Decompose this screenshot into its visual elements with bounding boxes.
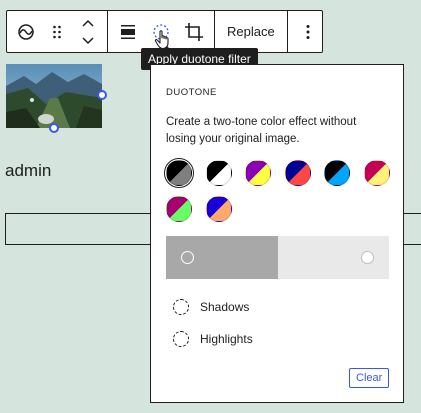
highlight-color-knob[interactable] [361, 251, 374, 264]
duotone-swatch-purple-green[interactable] [166, 196, 192, 222]
toolbar-group-replace: Replace [215, 11, 288, 52]
drag-handle-icon [53, 25, 61, 38]
align-icon [121, 24, 135, 39]
duotone-gradient-slider[interactable] [166, 236, 389, 279]
duotone-swatch-purple-yellow[interactable] [245, 160, 271, 186]
duotone-icon [18, 23, 34, 40]
move-up-down-icon [82, 19, 94, 44]
highlights-label: Highlights [200, 332, 253, 346]
crop-icon [185, 22, 203, 41]
duotone-description: Create a two-tone color effect without l… [166, 116, 357, 145]
toolbar-group-more [288, 11, 328, 52]
shadows-option[interactable]: Shadows [173, 299, 249, 315]
duotone-title: DUOTONE [166, 87, 217, 98]
duotone-swatch-blue-orange[interactable] [205, 196, 232, 222]
toolbar-group-block [7, 11, 108, 52]
duotone-swatch-blue-red[interactable] [284, 160, 311, 186]
duotone-swatch-dark-grayscale[interactable] [205, 160, 232, 186]
landscape-image [6, 64, 102, 128]
image-resize-handle-bottom[interactable] [49, 123, 59, 133]
image-block[interactable] [6, 64, 107, 133]
highlights-option[interactable]: Highlights [173, 331, 253, 347]
shadow-color-knob[interactable] [181, 251, 194, 264]
drag-handle-button[interactable] [45, 11, 69, 52]
block-type-button[interactable] [7, 11, 45, 52]
hand-cursor-icon [154, 30, 169, 50]
replace-button[interactable]: Replace [215, 11, 287, 52]
shadows-color-icon [173, 299, 189, 315]
clear-button[interactable]: Clear [349, 368, 390, 388]
image-resize-handle-right[interactable] [97, 90, 107, 100]
more-options-button[interactable] [288, 11, 328, 52]
author-text: admin [5, 161, 52, 180]
duotone-swatch-midnight[interactable] [324, 160, 350, 186]
duotone-swatch-magenta-yellow[interactable] [363, 160, 390, 186]
align-button[interactable] [108, 11, 148, 52]
crop-button[interactable] [174, 11, 214, 52]
highlights-color-icon [173, 331, 189, 347]
duotone-popover: DUOTONE Create a two-tone color effect w… [150, 64, 404, 403]
more-options-icon [306, 24, 310, 39]
duotone-swatch-grayscale[interactable] [164, 158, 194, 188]
shadows-label: Shadows [200, 300, 250, 314]
move-up-down-button[interactable] [69, 11, 107, 52]
